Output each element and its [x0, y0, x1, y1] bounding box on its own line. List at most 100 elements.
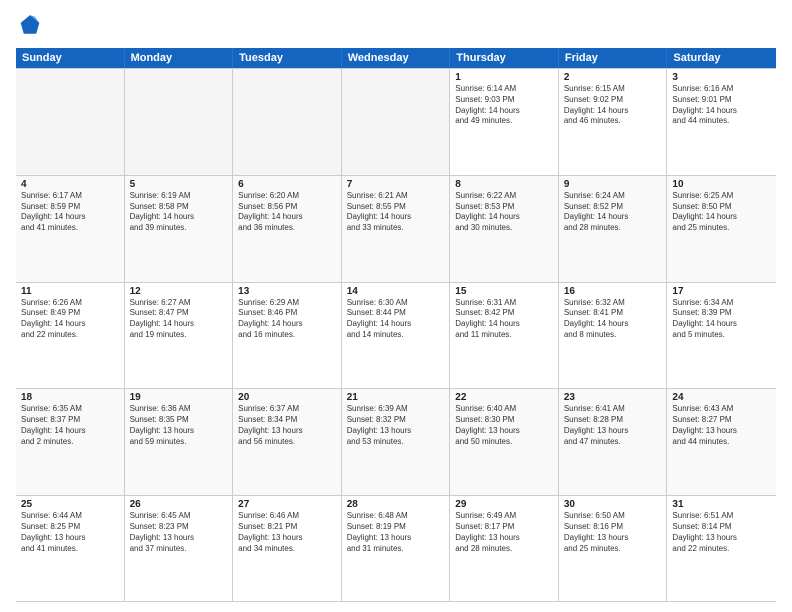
- calendar: SundayMondayTuesdayWednesdayThursdayFrid…: [16, 48, 776, 602]
- header: [16, 12, 776, 40]
- cell-info: Sunrise: 6:27 AM Sunset: 8:47 PM Dayligh…: [130, 298, 228, 341]
- header-cell-sunday: Sunday: [16, 48, 125, 68]
- cell-info: Sunrise: 6:36 AM Sunset: 8:35 PM Dayligh…: [130, 404, 228, 447]
- day-number: 8: [455, 179, 553, 190]
- calendar-cell: 25Sunrise: 6:44 AM Sunset: 8:25 PM Dayli…: [16, 496, 125, 601]
- calendar-cell: 26Sunrise: 6:45 AM Sunset: 8:23 PM Dayli…: [125, 496, 234, 601]
- calendar-row-1: 1Sunrise: 6:14 AM Sunset: 9:03 PM Daylig…: [16, 68, 776, 175]
- day-number: 24: [672, 392, 771, 403]
- calendar-cell: 3Sunrise: 6:16 AM Sunset: 9:01 PM Daylig…: [667, 69, 776, 175]
- day-number: 25: [21, 499, 119, 510]
- calendar-cell: 5Sunrise: 6:19 AM Sunset: 8:58 PM Daylig…: [125, 176, 234, 282]
- cell-info: Sunrise: 6:21 AM Sunset: 8:55 PM Dayligh…: [347, 191, 445, 234]
- cell-info: Sunrise: 6:15 AM Sunset: 9:02 PM Dayligh…: [564, 84, 662, 127]
- day-number: 7: [347, 179, 445, 190]
- calendar-cell: 15Sunrise: 6:31 AM Sunset: 8:42 PM Dayli…: [450, 283, 559, 389]
- calendar-cell: 2Sunrise: 6:15 AM Sunset: 9:02 PM Daylig…: [559, 69, 668, 175]
- cell-info: Sunrise: 6:17 AM Sunset: 8:59 PM Dayligh…: [21, 191, 119, 234]
- calendar-row-3: 11Sunrise: 6:26 AM Sunset: 8:49 PM Dayli…: [16, 282, 776, 389]
- calendar-cell: 18Sunrise: 6:35 AM Sunset: 8:37 PM Dayli…: [16, 389, 125, 495]
- calendar-cell: 16Sunrise: 6:32 AM Sunset: 8:41 PM Dayli…: [559, 283, 668, 389]
- calendar-cell: 29Sunrise: 6:49 AM Sunset: 8:17 PM Dayli…: [450, 496, 559, 601]
- header-cell-monday: Monday: [125, 48, 234, 68]
- calendar-cell: 12Sunrise: 6:27 AM Sunset: 8:47 PM Dayli…: [125, 283, 234, 389]
- calendar-cell: 31Sunrise: 6:51 AM Sunset: 8:14 PM Dayli…: [667, 496, 776, 601]
- cell-info: Sunrise: 6:49 AM Sunset: 8:17 PM Dayligh…: [455, 511, 553, 554]
- cell-info: Sunrise: 6:24 AM Sunset: 8:52 PM Dayligh…: [564, 191, 662, 234]
- cell-info: Sunrise: 6:40 AM Sunset: 8:30 PM Dayligh…: [455, 404, 553, 447]
- cell-info: Sunrise: 6:41 AM Sunset: 8:28 PM Dayligh…: [564, 404, 662, 447]
- calendar-cell: 27Sunrise: 6:46 AM Sunset: 8:21 PM Dayli…: [233, 496, 342, 601]
- day-number: 19: [130, 392, 228, 403]
- day-number: 21: [347, 392, 445, 403]
- calendar-header: SundayMondayTuesdayWednesdayThursdayFrid…: [16, 48, 776, 68]
- calendar-cell: 1Sunrise: 6:14 AM Sunset: 9:03 PM Daylig…: [450, 69, 559, 175]
- page: SundayMondayTuesdayWednesdayThursdayFrid…: [0, 0, 792, 612]
- cell-info: Sunrise: 6:48 AM Sunset: 8:19 PM Dayligh…: [347, 511, 445, 554]
- calendar-cell: 11Sunrise: 6:26 AM Sunset: 8:49 PM Dayli…: [16, 283, 125, 389]
- calendar-row-5: 25Sunrise: 6:44 AM Sunset: 8:25 PM Dayli…: [16, 495, 776, 602]
- cell-info: Sunrise: 6:29 AM Sunset: 8:46 PM Dayligh…: [238, 298, 336, 341]
- day-number: 27: [238, 499, 336, 510]
- calendar-cell: 9Sunrise: 6:24 AM Sunset: 8:52 PM Daylig…: [559, 176, 668, 282]
- day-number: 4: [21, 179, 119, 190]
- cell-info: Sunrise: 6:35 AM Sunset: 8:37 PM Dayligh…: [21, 404, 119, 447]
- calendar-cell: 23Sunrise: 6:41 AM Sunset: 8:28 PM Dayli…: [559, 389, 668, 495]
- calendar-cell: [342, 69, 451, 175]
- calendar-cell: [125, 69, 234, 175]
- header-cell-saturday: Saturday: [667, 48, 776, 68]
- cell-info: Sunrise: 6:32 AM Sunset: 8:41 PM Dayligh…: [564, 298, 662, 341]
- cell-info: Sunrise: 6:44 AM Sunset: 8:25 PM Dayligh…: [21, 511, 119, 554]
- calendar-cell: 7Sunrise: 6:21 AM Sunset: 8:55 PM Daylig…: [342, 176, 451, 282]
- day-number: 2: [564, 72, 662, 83]
- header-cell-thursday: Thursday: [450, 48, 559, 68]
- day-number: 29: [455, 499, 553, 510]
- day-number: 14: [347, 286, 445, 297]
- cell-info: Sunrise: 6:46 AM Sunset: 8:21 PM Dayligh…: [238, 511, 336, 554]
- calendar-cell: 13Sunrise: 6:29 AM Sunset: 8:46 PM Dayli…: [233, 283, 342, 389]
- calendar-cell: 6Sunrise: 6:20 AM Sunset: 8:56 PM Daylig…: [233, 176, 342, 282]
- header-cell-wednesday: Wednesday: [342, 48, 451, 68]
- cell-info: Sunrise: 6:45 AM Sunset: 8:23 PM Dayligh…: [130, 511, 228, 554]
- day-number: 26: [130, 499, 228, 510]
- cell-info: Sunrise: 6:26 AM Sunset: 8:49 PM Dayligh…: [21, 298, 119, 341]
- day-number: 31: [672, 499, 771, 510]
- day-number: 9: [564, 179, 662, 190]
- cell-info: Sunrise: 6:31 AM Sunset: 8:42 PM Dayligh…: [455, 298, 553, 341]
- calendar-cell: 19Sunrise: 6:36 AM Sunset: 8:35 PM Dayli…: [125, 389, 234, 495]
- day-number: 5: [130, 179, 228, 190]
- cell-info: Sunrise: 6:19 AM Sunset: 8:58 PM Dayligh…: [130, 191, 228, 234]
- day-number: 30: [564, 499, 662, 510]
- cell-info: Sunrise: 6:20 AM Sunset: 8:56 PM Dayligh…: [238, 191, 336, 234]
- cell-info: Sunrise: 6:14 AM Sunset: 9:03 PM Dayligh…: [455, 84, 553, 127]
- day-number: 16: [564, 286, 662, 297]
- logo-icon: [16, 12, 44, 40]
- cell-info: Sunrise: 6:51 AM Sunset: 8:14 PM Dayligh…: [672, 511, 771, 554]
- calendar-cell: 14Sunrise: 6:30 AM Sunset: 8:44 PM Dayli…: [342, 283, 451, 389]
- calendar-row-2: 4Sunrise: 6:17 AM Sunset: 8:59 PM Daylig…: [16, 175, 776, 282]
- cell-info: Sunrise: 6:16 AM Sunset: 9:01 PM Dayligh…: [672, 84, 771, 127]
- calendar-cell: 8Sunrise: 6:22 AM Sunset: 8:53 PM Daylig…: [450, 176, 559, 282]
- day-number: 10: [672, 179, 771, 190]
- cell-info: Sunrise: 6:50 AM Sunset: 8:16 PM Dayligh…: [564, 511, 662, 554]
- day-number: 11: [21, 286, 119, 297]
- cell-info: Sunrise: 6:22 AM Sunset: 8:53 PM Dayligh…: [455, 191, 553, 234]
- calendar-body: 1Sunrise: 6:14 AM Sunset: 9:03 PM Daylig…: [16, 68, 776, 602]
- cell-info: Sunrise: 6:37 AM Sunset: 8:34 PM Dayligh…: [238, 404, 336, 447]
- header-cell-friday: Friday: [559, 48, 668, 68]
- day-number: 15: [455, 286, 553, 297]
- day-number: 18: [21, 392, 119, 403]
- calendar-cell: 17Sunrise: 6:34 AM Sunset: 8:39 PM Dayli…: [667, 283, 776, 389]
- calendar-row-4: 18Sunrise: 6:35 AM Sunset: 8:37 PM Dayli…: [16, 388, 776, 495]
- cell-info: Sunrise: 6:30 AM Sunset: 8:44 PM Dayligh…: [347, 298, 445, 341]
- day-number: 3: [672, 72, 771, 83]
- calendar-cell: 21Sunrise: 6:39 AM Sunset: 8:32 PM Dayli…: [342, 389, 451, 495]
- cell-info: Sunrise: 6:25 AM Sunset: 8:50 PM Dayligh…: [672, 191, 771, 234]
- calendar-cell: [16, 69, 125, 175]
- calendar-cell: 22Sunrise: 6:40 AM Sunset: 8:30 PM Dayli…: [450, 389, 559, 495]
- calendar-cell: [233, 69, 342, 175]
- calendar-cell: 30Sunrise: 6:50 AM Sunset: 8:16 PM Dayli…: [559, 496, 668, 601]
- day-number: 17: [672, 286, 771, 297]
- day-number: 6: [238, 179, 336, 190]
- day-number: 28: [347, 499, 445, 510]
